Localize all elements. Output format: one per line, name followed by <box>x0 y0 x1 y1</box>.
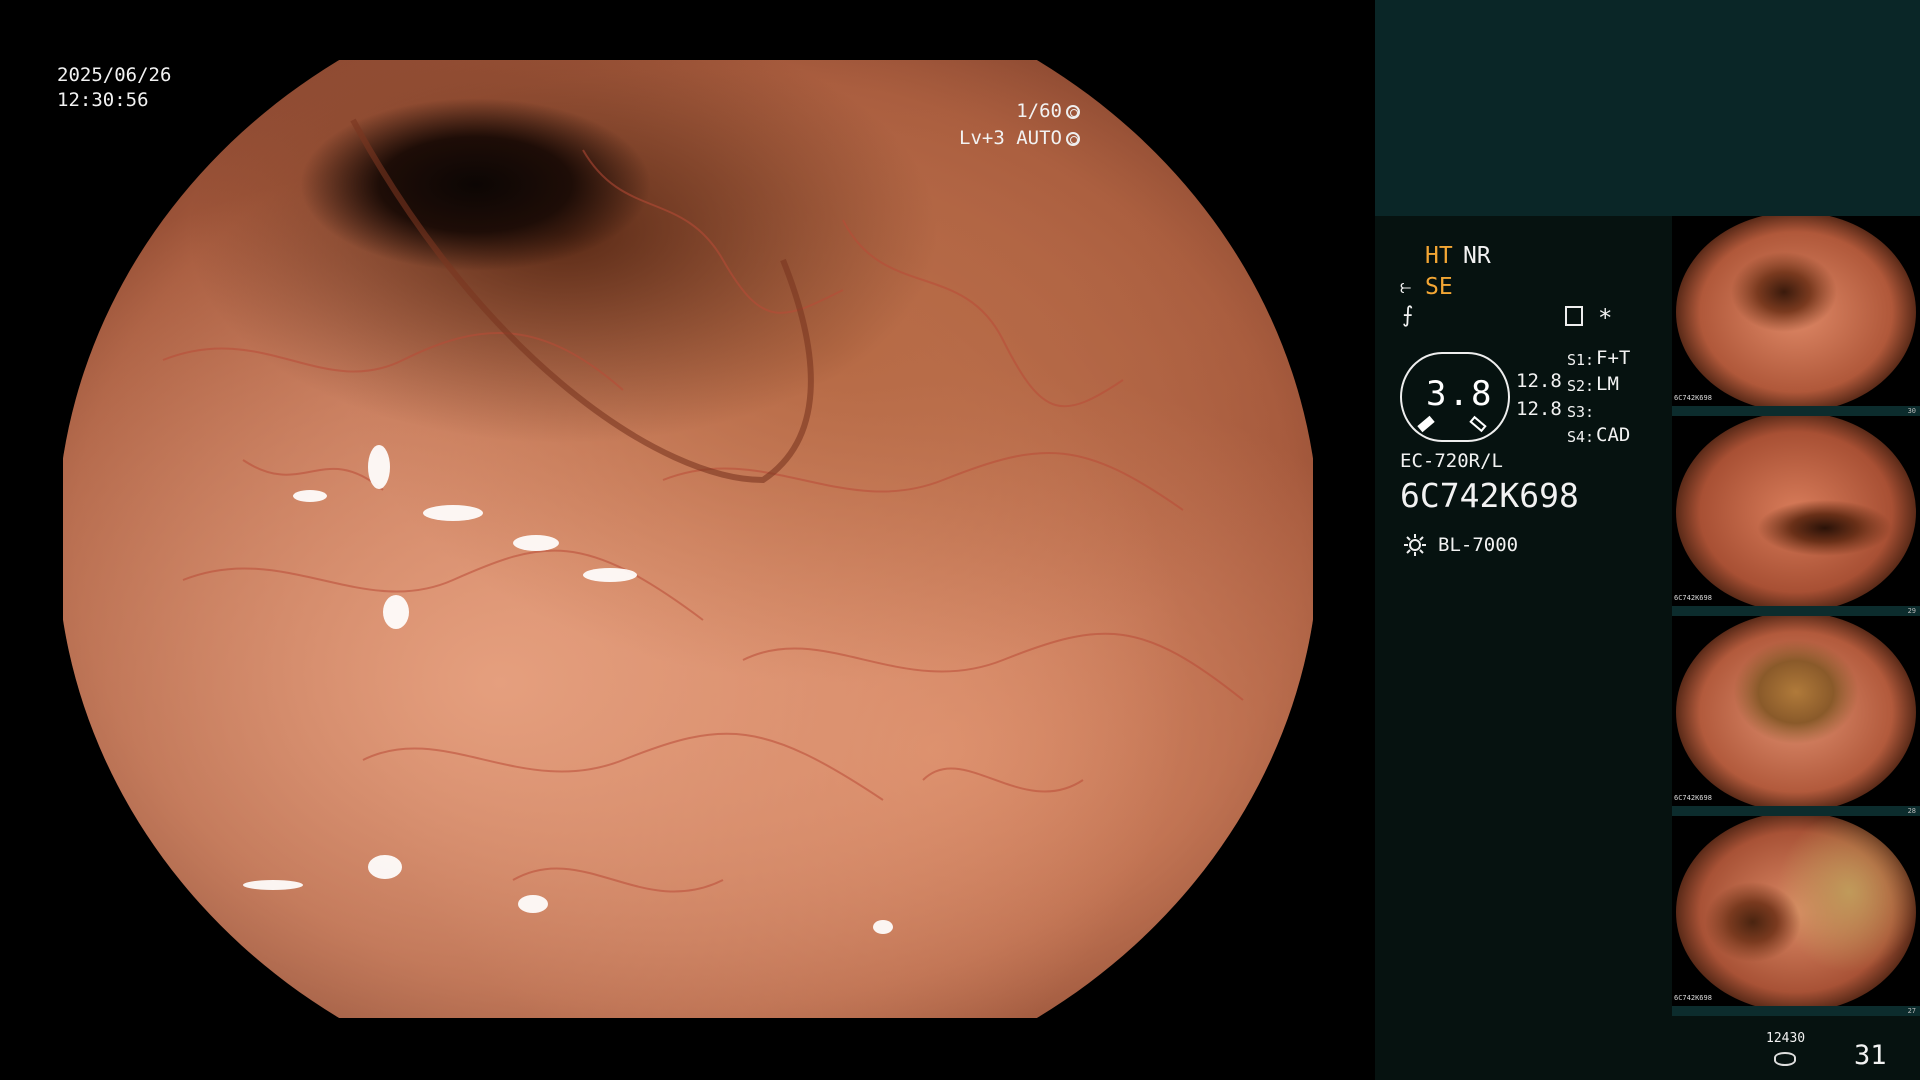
freeze-icon: ⨍ <box>1402 303 1414 328</box>
light-source-model: BL-7000 <box>1438 534 1519 556</box>
thumbnail-strip: 29 <box>1672 606 1920 616</box>
thumbnail-image[interactable]: 6C742K698 <box>1672 816 1920 1006</box>
thumbnail-strip: 28 <box>1672 806 1920 816</box>
light-reflection <box>243 880 303 890</box>
light-reflection <box>873 920 893 934</box>
s2-label: S2: <box>1567 377 1595 395</box>
structure-enhance-icon: ⥼ <box>1400 274 1412 298</box>
time-readout: 12:30:56 <box>57 89 149 111</box>
shutter-icon <box>1066 105 1080 119</box>
thumbnail-strip: 27 <box>1672 1006 1920 1016</box>
light-reflection <box>513 535 559 551</box>
scope-serial: 6C742K698 <box>1400 476 1579 515</box>
light-reflection <box>423 505 483 521</box>
endoscope-live-view <box>63 60 1313 1018</box>
thumbnail-image[interactable]: 6C742K698 <box>1672 216 1920 406</box>
s1-label: S1: <box>1567 351 1595 369</box>
light-reflection <box>383 595 409 629</box>
thumbnail-count: 29 <box>1907 607 1916 615</box>
thumbnail-serial: 6C742K698 <box>1674 394 1712 402</box>
light-reflection <box>293 490 327 502</box>
value-row-2: 12.8 <box>1516 398 1562 420</box>
date-readout: 2025/06/26 <box>57 64 172 86</box>
s4-value: CAD <box>1596 424 1631 446</box>
light-reflection <box>368 855 402 879</box>
ht-indicator: HT <box>1425 243 1453 269</box>
se-indicator: SE <box>1425 274 1453 300</box>
auto-iris-icon <box>1066 132 1080 146</box>
image-count: 31 <box>1854 1040 1887 1071</box>
thumbnail-scope-image <box>1676 416 1916 606</box>
level-value: Lv+3 AUTO <box>959 127 1062 149</box>
light-reflection <box>583 568 637 582</box>
thumbnail-image[interactable]: 6C742K698 <box>1672 616 1920 806</box>
shutter-readout: 1/60 <box>1016 99 1080 123</box>
s1-value: F+T <box>1596 347 1631 369</box>
value-row-1: 12.8 <box>1516 370 1562 392</box>
s3-label: S3: <box>1567 403 1595 421</box>
shutter-value: 1/60 <box>1016 100 1062 122</box>
thumbnail-image[interactable]: 6C742K698 <box>1672 416 1920 606</box>
star-indicator: * <box>1598 304 1613 332</box>
mucosa-vessel-pattern <box>162 118 1244 893</box>
memory-card-icon <box>1565 306 1583 326</box>
thumbnail-scope-image <box>1676 616 1916 806</box>
scope-model: EC-720R/L <box>1400 450 1503 472</box>
gauge-value: 3.8 <box>1426 374 1494 414</box>
s4-label: S4: <box>1567 428 1595 446</box>
thumbnail-scope-image <box>1676 216 1916 406</box>
storage-disk-icon <box>1774 1052 1796 1066</box>
light-reflection <box>518 895 548 913</box>
thumbnail-serial: 6C742K698 <box>1674 994 1712 1002</box>
panel-header-area <box>1375 0 1920 216</box>
thumbnail-serial: 6C742K698 <box>1674 594 1712 602</box>
s2-value: LM <box>1596 373 1619 395</box>
brightness-level-readout: Lv+3 AUTO <box>959 126 1080 150</box>
light-reflection <box>368 445 390 489</box>
storage-count: 12430 <box>1766 1031 1806 1046</box>
nr-indicator: NR <box>1463 243 1491 269</box>
light-source-icon <box>1404 534 1426 556</box>
thumbnail-strip: 30 <box>1672 406 1920 416</box>
thumbnail-serial: 6C742K698 <box>1674 794 1712 802</box>
thumbnail-count: 28 <box>1907 807 1916 815</box>
thumbnail-count: 27 <box>1907 1007 1916 1015</box>
thumbnail-scope-image <box>1676 816 1916 1006</box>
thumbnail-count: 30 <box>1907 407 1916 415</box>
